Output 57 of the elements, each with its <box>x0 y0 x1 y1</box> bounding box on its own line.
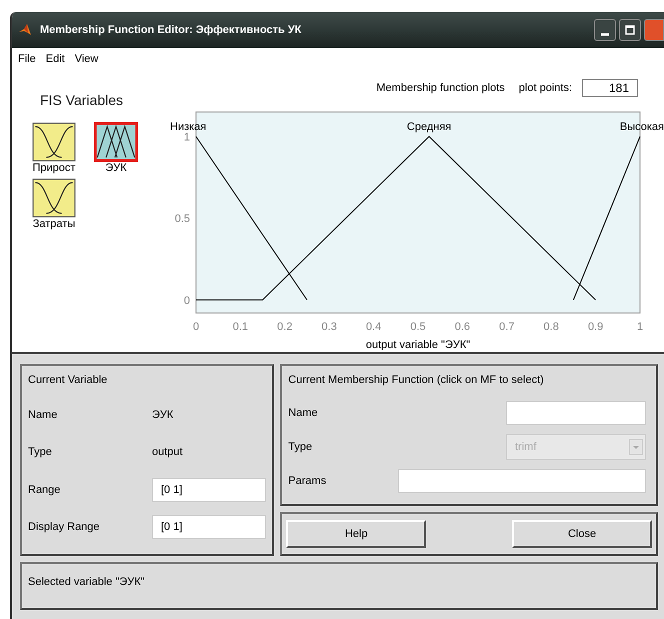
x-tick-label: 0.3 <box>322 321 337 333</box>
x-tick-label: 0.8 <box>544 321 559 333</box>
mf-label: Низкая <box>170 121 206 133</box>
menu-item[interactable]: View <box>74 53 98 65</box>
minimize-icon <box>601 32 609 36</box>
variable-item[interactable]: ЭУК <box>88 122 144 174</box>
x-axis-label: output variable "ЭУК" <box>366 339 470 350</box>
x-tick-label: 0.7 <box>499 321 514 333</box>
window-title: Membership Function Editor: Эффективность УК <box>40 24 302 36</box>
field-label: Type <box>28 446 53 458</box>
minimize-button[interactable] <box>594 19 616 41</box>
field-label: Params <box>288 475 328 487</box>
dialog-button[interactable]: Close <box>512 520 652 548</box>
field-label: Range <box>28 484 62 496</box>
membership-functions-icon <box>32 122 76 162</box>
x-tick-label: 0 <box>192 321 200 333</box>
plot-points-label: plot points: <box>518 82 572 94</box>
input-field[interactable]: [0 1] <box>152 478 266 502</box>
panel-title: Current Membership Function (click on MF to select) <box>288 374 545 386</box>
x-tick-label: 0.2 <box>277 321 292 333</box>
input-field[interactable]: [0 1] <box>152 515 266 540</box>
y-tick-label: 0.5 <box>174 213 190 226</box>
membership-curve[interactable] <box>572 136 640 300</box>
field-label: Name <box>28 408 58 421</box>
input-field[interactable] <box>506 401 646 425</box>
membership-functions-icon <box>32 178 76 218</box>
y-tick-label: 0 <box>184 294 190 307</box>
matlab-logo-icon <box>18 22 34 38</box>
x-tick-label: 0.6 <box>454 321 470 333</box>
x-tick-label: 0.5 <box>410 321 426 333</box>
field-label: Display Range <box>28 521 101 534</box>
panel-title: Current Variable <box>28 374 108 386</box>
mf-label: Средняя <box>406 121 452 133</box>
plot-points-field[interactable]: 181 <box>582 79 638 97</box>
input-field[interactable] <box>398 469 646 493</box>
mf-label: Высокая <box>620 121 664 133</box>
maximize-icon <box>625 25 635 35</box>
fis-variables-title: FIS Variables <box>40 92 124 108</box>
x-tick-label: 0.4 <box>366 321 382 333</box>
field-value: ЭУК <box>152 408 174 421</box>
plot-title: Membership function plots <box>376 82 505 94</box>
field-label: Name <box>288 407 319 419</box>
x-tick-label: 1 <box>636 321 644 333</box>
menu-item[interactable]: File <box>18 53 36 65</box>
variable-item[interactable]: Затраты <box>26 178 82 230</box>
dialog-button[interactable]: Help <box>286 520 426 548</box>
field-value: output <box>152 446 183 458</box>
x-tick-label: 0.1 <box>232 321 248 333</box>
status-text: Selected variable "ЭУК" <box>28 576 145 588</box>
field-label: Type <box>288 441 314 453</box>
variable-item[interactable]: Прирост <box>26 122 82 174</box>
maximize-button[interactable] <box>619 19 641 41</box>
membership-curve[interactable] <box>196 136 308 300</box>
y-tick-label: 1 <box>184 132 190 144</box>
membership-functions-icon <box>94 122 138 162</box>
menu-item[interactable]: Edit <box>46 53 65 65</box>
x-tick-label: 0.9 <box>588 321 604 333</box>
